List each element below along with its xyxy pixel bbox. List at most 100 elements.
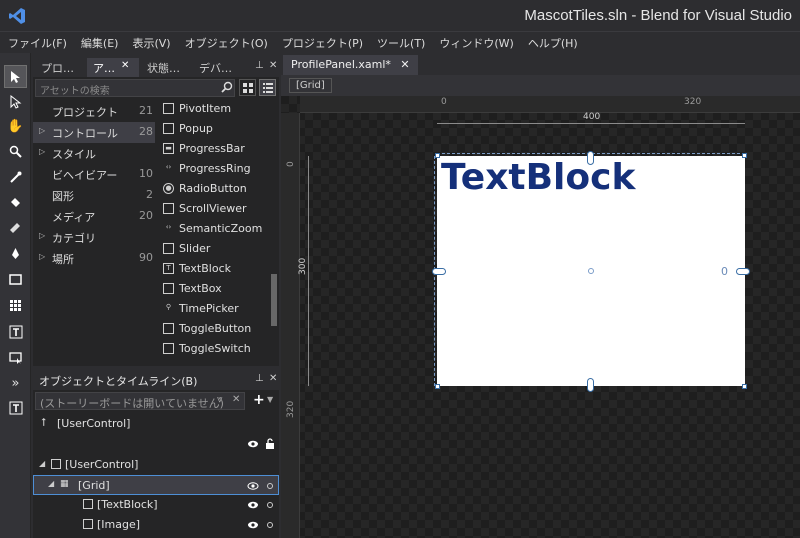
collapse-arrow-icon[interactable]: ◢ <box>48 479 54 488</box>
eye-icon[interactable] <box>247 519 259 531</box>
asset-list-scrollbar[interactable] <box>270 99 278 361</box>
asset-item-progressbar[interactable]: ▬ ProgressBar <box>161 139 269 159</box>
asset-item-textblock[interactable]: T TextBlock <box>161 259 269 279</box>
category-behaviors[interactable]: ビヘイビアー 10 <box>33 164 155 185</box>
margin-handle-right[interactable] <box>736 268 750 275</box>
pin-icon[interactable]: ⊥ <box>255 60 264 71</box>
control-tool-icon[interactable] <box>4 346 27 369</box>
category-locations[interactable]: ▷ 場所 90 <box>33 248 155 269</box>
tab-device[interactable]: デバ… <box>193 58 243 77</box>
expand-arrow-icon[interactable]: ▷ <box>39 147 45 156</box>
gradient-tool-icon[interactable] <box>4 216 27 239</box>
asset-item-radiobutton[interactable]: ● RadioButton <box>161 179 269 199</box>
asset-item-scrollviewer[interactable]: ScrollViewer <box>161 199 269 219</box>
lock-toggle-icon[interactable] <box>264 499 276 511</box>
expand-arrow-icon[interactable]: ▷ <box>39 126 45 135</box>
asset-item-semanticzoom[interactable]: ‹› SemanticZoom <box>161 219 269 239</box>
textblock-tool-icon[interactable] <box>4 396 27 419</box>
asset-item-timepicker[interactable]: ⚲ TimePicker <box>161 299 269 319</box>
menu-tools[interactable]: ツール(T) <box>377 35 425 51</box>
lock-toggle-icon[interactable] <box>264 480 276 492</box>
selection-tool-icon[interactable] <box>4 65 27 88</box>
tab-profilepanel-xaml[interactable]: ProfilePanel.xaml* ✕ <box>283 55 418 75</box>
dropdown-arrow-icon[interactable]: ▼ <box>267 395 273 404</box>
margin-handle-top[interactable] <box>587 151 594 165</box>
close-icon[interactable]: ✕ <box>400 58 409 71</box>
asset-item-popup[interactable]: Popup <box>161 119 269 139</box>
tab-assets[interactable]: ア… <box>87 58 139 77</box>
zoom-tool-icon[interactable] <box>4 140 27 163</box>
menu-window[interactable]: ウィンドウ(W) <box>439 35 513 51</box>
resize-handle-bottom-right[interactable] <box>742 384 747 389</box>
center-point-icon[interactable] <box>588 268 594 274</box>
pin-icon[interactable]: ⊥ <box>255 373 264 384</box>
menu-edit[interactable]: 編集(E) <box>81 35 119 51</box>
tab-states[interactable]: 状態… <box>141 58 191 77</box>
tab-projects[interactable]: プロ… <box>35 58 85 77</box>
direct-selection-tool-icon[interactable] <box>4 90 27 113</box>
close-panel-icon[interactable]: ✕ <box>269 373 277 384</box>
pen-tool-icon[interactable] <box>4 242 27 265</box>
more-tools-icon[interactable]: » <box>4 372 27 395</box>
breadcrumb-grid[interactable]: [Grid] <box>289 78 332 93</box>
grid-view-button[interactable] <box>239 79 256 96</box>
eye-icon[interactable] <box>247 480 259 492</box>
objects-timeline-title: オブジェクトとタイムライン(B) <box>39 375 198 388</box>
text-tool-icon[interactable] <box>4 320 27 343</box>
menu-help[interactable]: ヘルプ(H) <box>528 35 578 51</box>
menu-view[interactable]: 表示(V) <box>132 35 170 51</box>
asset-item-progressring[interactable]: ‹› ProgressRing <box>161 159 269 179</box>
chevron-down-icon[interactable]: ⩔ <box>217 394 223 405</box>
asset-item-slider[interactable]: Slider <box>161 239 269 259</box>
resize-handle-bottom-left[interactable] <box>435 384 440 389</box>
eye-icon[interactable] <box>247 499 259 511</box>
tree-row-grid[interactable]: ◢ ▦ [Grid] <box>33 475 279 495</box>
tree-row-textblock[interactable]: [TextBlock] <box>33 495 279 515</box>
category-controls[interactable]: ▷ コントロール 28 <box>33 122 155 143</box>
collapse-arrow-icon[interactable]: ◢ <box>39 459 45 468</box>
menu-project[interactable]: プロジェクト(P) <box>282 35 363 51</box>
expand-arrow-icon[interactable]: ▷ <box>39 252 45 261</box>
tree-row-usercontrol[interactable]: ◢ [UserControl] <box>33 455 279 475</box>
scrollbar-thumb[interactable] <box>271 274 277 326</box>
asset-item-textbox[interactable]: TextBox <box>161 279 269 299</box>
asset-item-togglebutton[interactable]: ToggleButton <box>161 319 269 339</box>
category-categories[interactable]: ▷ カテゴリ <box>33 227 155 248</box>
asset-search-input[interactable]: アセットの検索 <box>35 79 235 97</box>
close-storyboard-icon[interactable]: ✕ <box>232 394 240 405</box>
canvas-textblock[interactable]: TextBlock <box>441 157 635 198</box>
tree-row-usercontrol-root[interactable]: ⭡ [UserControl] <box>33 414 279 434</box>
margin-handle-bottom[interactable] <box>587 378 594 392</box>
pan-tool-icon[interactable]: ✋ <box>4 115 27 138</box>
category-project[interactable]: プロジェクト 21 <box>33 101 155 122</box>
close-panel-icon[interactable]: ✕ <box>269 60 277 71</box>
paint-bucket-tool-icon[interactable] <box>4 191 27 214</box>
category-shapes[interactable]: 図形 2 <box>33 185 155 206</box>
expand-arrow-icon[interactable]: ▷ <box>39 231 45 240</box>
storyboard-selector[interactable]: (ストーリーボードは開いていません) <box>35 392 245 410</box>
eye-icon[interactable] <box>247 438 259 450</box>
grid-layout-tool-icon[interactable] <box>4 294 27 317</box>
resize-handle-top-left[interactable] <box>435 153 440 158</box>
resize-handle-top-right[interactable] <box>742 153 747 158</box>
width-label: 400 <box>583 112 601 122</box>
height-label: 300 <box>298 257 308 275</box>
close-icon[interactable]: ✕ <box>121 60 129 71</box>
eyedropper-tool-icon[interactable] <box>4 166 27 189</box>
up-arrow-icon[interactable]: ⭡ <box>41 416 46 430</box>
objects-timeline-header: オブジェクトとタイムライン(B) ⊥ ✕ <box>33 369 279 390</box>
asset-item-pivotitem[interactable]: PivotItem <box>161 99 269 119</box>
menu-file[interactable]: ファイル(F) <box>8 35 67 51</box>
menu-object[interactable]: オブジェクト(O) <box>185 35 268 51</box>
lock-toggle-icon[interactable] <box>264 519 276 531</box>
list-view-button[interactable] <box>259 79 276 96</box>
tree-row-image[interactable]: [Image] <box>33 515 279 535</box>
search-icon[interactable] <box>221 81 233 93</box>
rectangle-tool-icon[interactable] <box>4 268 27 291</box>
lock-icon[interactable] <box>264 438 276 450</box>
category-styles[interactable]: ▷ スタイル <box>33 143 155 164</box>
asset-item-toggleswitch[interactable]: ToggleSwitch <box>161 339 269 359</box>
category-media[interactable]: メディア 20 <box>33 206 155 227</box>
margin-handle-left[interactable] <box>432 268 446 275</box>
new-storyboard-plus-icon[interactable]: + <box>253 392 265 408</box>
